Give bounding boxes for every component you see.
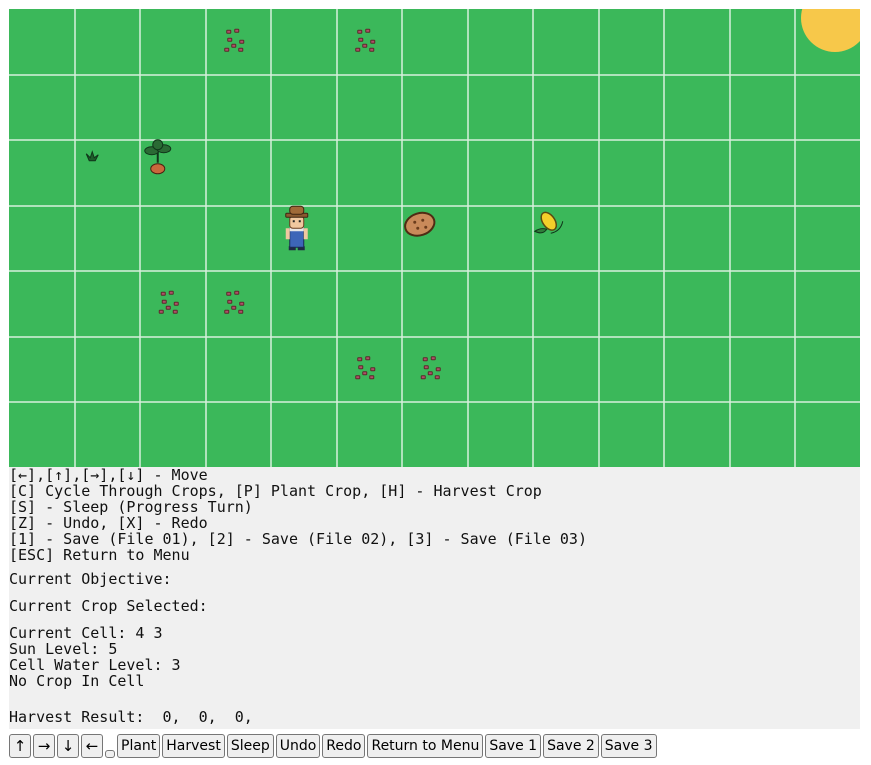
control-crops: [C] Cycle Through Crops, [P] Plant Crop,… <box>9 482 542 500</box>
farmer-arm <box>303 228 308 240</box>
seed-dot-highlight <box>359 366 363 369</box>
control-buttons: ↑ → ↓ ← Plant Harvest Sleep Undo Redo Re… <box>9 733 659 758</box>
move-right-button[interactable]: → <box>33 734 55 758</box>
control-menu: [ESC] Return to Menu <box>9 546 190 564</box>
current-crop-selected: Current Crop Selected: <box>9 597 208 615</box>
crop-status: No Crop In Cell <box>9 672 145 690</box>
return-to-menu-button[interactable]: Return to Menu <box>367 734 484 758</box>
potato-spot <box>424 225 428 229</box>
farmer-arm <box>285 228 290 240</box>
harvest-result: Harvest Result: 0, 0, 0, <box>9 708 253 726</box>
seed-dot-highlight <box>232 306 236 309</box>
seed-dot-highlight <box>363 44 367 47</box>
current-objective: Current Objective: <box>9 570 172 588</box>
seed-dot-highlight <box>431 357 435 360</box>
seed-dot-highlight <box>371 40 375 43</box>
seed-dot-highlight <box>358 358 362 361</box>
seed-dot-highlight <box>240 302 244 305</box>
control-sleep: [S] - Sleep (Progress Turn) <box>9 498 253 516</box>
sleep-button[interactable]: Sleep <box>226 734 274 758</box>
seed-dot-highlight <box>366 29 370 32</box>
move-down-button[interactable]: ↓ <box>57 734 79 758</box>
seed-dot-highlight <box>159 310 163 313</box>
seed-dot-highlight <box>370 376 374 379</box>
seed-dot-highlight <box>166 306 170 309</box>
undo-button[interactable]: Undo <box>275 734 321 758</box>
game-canvas[interactable] <box>9 9 860 467</box>
move-left-button[interactable]: ← <box>81 734 103 758</box>
move-up-button[interactable]: ↑ <box>9 734 31 758</box>
seed-dot-highlight <box>227 30 231 33</box>
save-1-button[interactable]: Save 1 <box>485 734 542 758</box>
seed-dot-highlight <box>421 376 425 379</box>
seed-dot-highlight <box>173 310 177 313</box>
harvest-button[interactable]: Harvest <box>162 734 225 758</box>
seed-dot-highlight <box>363 372 367 375</box>
seed-dot-highlight <box>162 300 166 303</box>
seed-dot-highlight <box>161 292 165 295</box>
potato-spot <box>421 218 425 222</box>
seed-dot-highlight <box>169 291 173 294</box>
seed-dot-highlight <box>359 38 363 41</box>
seed-dot-highlight <box>232 44 236 47</box>
seed-dot-highlight <box>225 48 229 51</box>
empty-button[interactable] <box>105 750 115 758</box>
save-3-button[interactable]: Save 3 <box>600 734 657 758</box>
seed-dot-highlight <box>240 40 244 43</box>
seed-dot-highlight <box>371 368 375 371</box>
seed-dot-highlight <box>424 366 428 369</box>
seed-dot-highlight <box>356 48 360 51</box>
seed-dot-highlight <box>423 358 427 361</box>
farmer-eye <box>298 220 301 223</box>
potato-spot <box>413 220 417 224</box>
seed-dot-highlight <box>366 357 370 360</box>
seed-dot-highlight <box>235 29 239 32</box>
seed-dot-highlight <box>435 376 439 379</box>
control-move: [←],[↑],[→],[↓] - Move <box>9 466 208 484</box>
plant-leaf <box>152 139 164 151</box>
seed-dot-highlight <box>358 30 362 33</box>
seed-dot-highlight <box>428 372 432 375</box>
seed-dot-highlight <box>225 310 229 313</box>
cell-water-level: Cell Water Level: 3 <box>9 656 181 674</box>
seed-dot-highlight <box>227 292 231 295</box>
grass-background <box>9 9 860 467</box>
seed-dot-highlight <box>436 368 440 371</box>
seed-dot-highlight <box>228 38 232 41</box>
redo-button[interactable]: Redo <box>322 734 366 758</box>
potato-spot <box>416 226 420 230</box>
sun-level: Sun Level: 5 <box>9 640 118 658</box>
farm-grid <box>9 9 860 467</box>
info-panel: [←],[↑],[→],[↓] - Move [C] Cycle Through… <box>9 467 860 729</box>
control-save: [1] - Save (File 01), [2] - Save (File 0… <box>9 530 587 548</box>
seed-dot-highlight <box>370 48 374 51</box>
seed-dot-highlight <box>356 376 360 379</box>
seed-dot-highlight <box>174 302 178 305</box>
plant-root <box>150 163 166 175</box>
seed-dot-highlight <box>239 48 243 51</box>
current-cell: Current Cell: 4 3 <box>9 624 163 642</box>
seed-dot-highlight <box>235 291 239 294</box>
control-undo-redo: [Z] - Undo, [X] - Redo <box>9 514 208 532</box>
farmer-hat-crown <box>289 205 305 215</box>
save-2-button[interactable]: Save 2 <box>543 734 599 758</box>
plant-button[interactable]: Plant <box>117 734 161 758</box>
seed-dot-highlight <box>239 310 243 313</box>
farmer-eye <box>292 220 295 223</box>
seed-dot-highlight <box>228 300 232 303</box>
farmer-face <box>289 215 305 229</box>
